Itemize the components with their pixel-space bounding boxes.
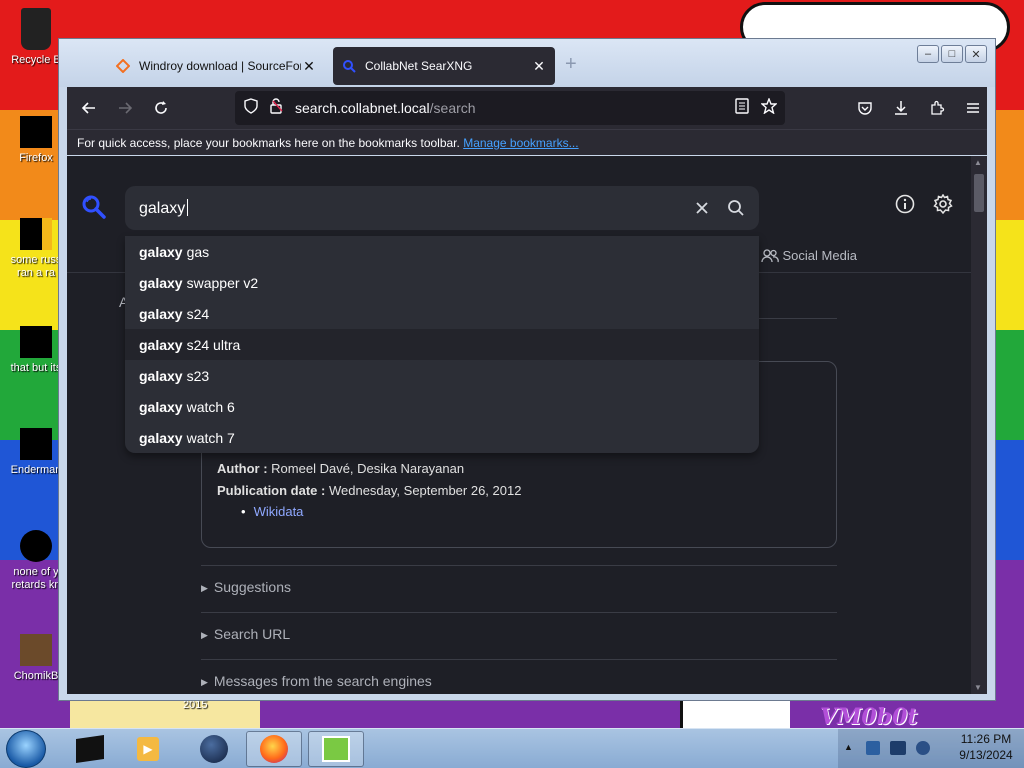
tab-bar: Windroy download | SourceForge ✕ CollabN…: [59, 39, 995, 87]
scroll-up-icon: ▲: [974, 158, 982, 167]
details-engine-messages[interactable]: ▶ Messages from the search engines: [201, 673, 432, 689]
extensions-icon[interactable]: [923, 94, 951, 122]
bookmark-star-icon[interactable]: [760, 96, 778, 119]
suggestion-item[interactable]: galaxy swapper v2: [125, 267, 759, 298]
taskbar: ▶ ▲ 11:26 PM 9/13/2024: [0, 728, 1024, 768]
scroll-thumb[interactable]: [974, 174, 984, 212]
close-window-icon[interactable]: ✕: [965, 45, 987, 63]
app-icon: [322, 736, 350, 762]
close-tab-icon[interactable]: ✕: [531, 58, 547, 75]
forward-arrow-icon[interactable]: [111, 94, 139, 122]
media-player-icon: ▶: [137, 737, 159, 761]
pocket-icon[interactable]: [851, 94, 879, 122]
wikidata-link[interactable]: Wikidata: [241, 504, 304, 519]
system-tray: ▲ 11:26 PM 9/13/2024: [838, 729, 1024, 768]
browser-window: Windroy download | SourceForge ✕ CollabN…: [58, 38, 996, 701]
people-icon: [760, 248, 779, 262]
back-arrow-icon[interactable]: [75, 94, 103, 122]
tab-social-media[interactable]: Social Media: [760, 248, 857, 263]
window-controls: – □ ✕: [917, 45, 987, 63]
suggestion-item[interactable]: galaxy s23: [125, 360, 759, 391]
file-icon: [20, 428, 52, 460]
taskbar-clock[interactable]: 11:26 PM 9/13/2024: [948, 731, 1024, 767]
autocomplete-dropdown: galaxy gas galaxy swapper v2 galaxy s24 gal…: [125, 236, 759, 453]
url-text[interactable]: search.collabnet.local/search: [295, 100, 735, 116]
infobox-author: Author : Romeel Davé, Desika Narayanan: [217, 461, 465, 476]
file-icon: [20, 218, 52, 250]
file-icon: [20, 326, 52, 358]
firefox-icon: [20, 116, 52, 148]
search-input-text[interactable]: galaxy: [139, 200, 185, 217]
app-icon: [76, 735, 104, 763]
settings-gear-icon[interactable]: [933, 193, 953, 219]
taskbar-app-1[interactable]: [62, 731, 118, 767]
page-info-icon[interactable]: [269, 97, 283, 119]
taskbar-media-player[interactable]: ▶: [120, 731, 176, 767]
reload-icon[interactable]: [147, 94, 175, 122]
search-input[interactable]: galaxy: [125, 186, 759, 230]
taskbar-firefox[interactable]: [246, 731, 302, 767]
close-tab-icon[interactable]: ✕: [301, 58, 317, 75]
maximize-icon[interactable]: □: [941, 45, 963, 63]
chomik-icon: [20, 634, 52, 666]
details-suggestions[interactable]: ▶ Suggestions: [201, 579, 291, 595]
toolbar-right: [843, 94, 987, 122]
start-button[interactable]: [6, 730, 46, 768]
url-bar[interactable]: search.collabnet.local/search: [235, 91, 785, 125]
suggestion-item[interactable]: galaxy gas: [125, 236, 759, 267]
page-content: galaxy iles Social Media A Author :: [67, 156, 987, 694]
file-icon: [20, 530, 52, 562]
details-search-url[interactable]: ▶ Search URL: [201, 626, 290, 642]
triangle-right-icon: ▶: [201, 583, 208, 593]
page-scrollbar[interactable]: ▲ ▼: [971, 156, 987, 694]
triangle-right-icon: ▶: [201, 630, 208, 640]
sourceforge-icon: [115, 58, 131, 74]
taskbar-app-android[interactable]: [308, 731, 364, 767]
downloads-icon[interactable]: [887, 94, 915, 122]
scroll-down-icon: ▼: [974, 683, 982, 692]
info-icon[interactable]: [895, 194, 915, 219]
firefox-icon: [260, 735, 288, 763]
reader-view-icon[interactable]: [735, 97, 749, 119]
bookmarks-toolbar: For quick access, place your bookmarks h…: [67, 129, 987, 155]
suggestion-item[interactable]: galaxy watch 6: [125, 391, 759, 422]
manage-bookmarks-link[interactable]: Manage bookmarks...: [463, 136, 578, 150]
searxng-icon: [341, 58, 357, 74]
wallpaper-text: VM0b0t: [820, 704, 918, 730]
suggestion-item[interactable]: galaxy watch 7: [125, 422, 759, 453]
show-hidden-icons-icon[interactable]: ▲: [844, 742, 853, 752]
suggestion-item[interactable]: galaxy s24: [125, 298, 759, 329]
searxng-logo-icon[interactable]: [81, 194, 107, 225]
network-icon[interactable]: [890, 741, 906, 755]
triangle-right-icon: ▶: [201, 677, 208, 687]
minimize-icon[interactable]: –: [917, 45, 939, 63]
tray-app-icon[interactable]: [866, 741, 880, 755]
suggestion-item[interactable]: galaxy s24 ultra: [125, 329, 759, 360]
infobox-publication-date: Publication date : Wednesday, September …: [217, 483, 522, 498]
globe-icon: [200, 735, 228, 763]
clear-search-icon[interactable]: [685, 191, 719, 225]
tab-searxng[interactable]: CollabNet SearXNG ✕: [333, 47, 555, 85]
search-submit-icon[interactable]: [719, 191, 753, 225]
recycle-bin-icon: [21, 8, 51, 50]
volume-icon[interactable]: [916, 741, 930, 755]
shield-icon[interactable]: [243, 97, 259, 119]
menu-icon[interactable]: [959, 94, 987, 122]
tab-windroy[interactable]: Windroy download | SourceForge ✕: [107, 47, 325, 85]
nav-toolbar: search.collabnet.local/search: [67, 87, 987, 129]
new-tab-icon[interactable]: +: [565, 53, 577, 76]
taskbar-globe[interactable]: [186, 731, 242, 767]
